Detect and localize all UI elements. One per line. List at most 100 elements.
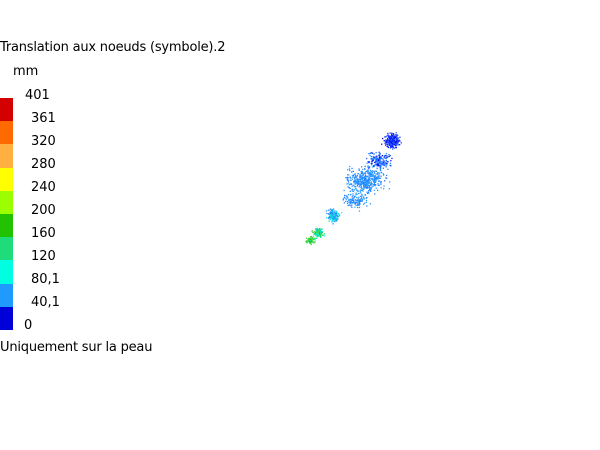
mesh-node <box>363 197 365 199</box>
mesh-node <box>389 164 391 166</box>
mesh-node <box>390 160 392 162</box>
mesh-node <box>368 161 370 164</box>
mesh-node <box>337 212 339 215</box>
mesh-node <box>358 192 360 195</box>
mesh-node <box>362 168 364 171</box>
mesh-node <box>350 205 352 207</box>
color-legend-bar[interactable] <box>0 98 13 331</box>
mesh-node <box>384 154 387 157</box>
mesh-node <box>332 218 334 221</box>
mesh-node <box>384 144 387 146</box>
mesh-node <box>389 147 392 149</box>
mesh-node <box>319 229 321 231</box>
mesh-node <box>378 174 380 176</box>
legend-tick-label: 0 <box>24 318 33 333</box>
mesh-node <box>343 202 345 204</box>
mesh-node <box>369 169 371 171</box>
mesh-node <box>369 154 371 157</box>
mesh-node <box>352 188 354 190</box>
mesh-node <box>320 228 322 231</box>
mesh-node <box>366 172 369 174</box>
mesh-node <box>351 167 353 170</box>
mesh-node <box>370 181 373 183</box>
mesh-node <box>359 178 361 180</box>
mesh-node <box>381 143 383 145</box>
legend-swatch <box>0 214 13 238</box>
mesh-node <box>349 169 351 172</box>
mesh-node <box>361 200 364 202</box>
mesh-node <box>383 185 385 187</box>
mesh-node <box>367 181 369 183</box>
mesh-node <box>368 153 370 155</box>
mesh-node <box>386 174 388 177</box>
mesh-node <box>352 176 354 178</box>
mesh-node <box>313 238 315 240</box>
mesh-node <box>386 135 388 137</box>
mesh-node <box>351 196 353 198</box>
mesh-node <box>332 213 334 216</box>
mesh-node <box>364 172 367 174</box>
mesh-node <box>346 183 348 185</box>
result-viewport[interactable]: Translation aux noeuds (symbole).2 mm 40… <box>0 0 600 450</box>
mesh-node <box>390 145 392 148</box>
legend-swatch <box>0 260 13 285</box>
mesh-node <box>371 162 373 165</box>
mesh-node <box>347 169 349 171</box>
mesh-node <box>312 242 315 244</box>
mesh-node <box>352 194 354 197</box>
mesh-node <box>328 213 330 215</box>
mesh-node <box>356 178 358 180</box>
mesh-node <box>335 212 337 215</box>
mesh-node <box>349 203 351 205</box>
mesh-node <box>373 158 375 160</box>
mesh-node <box>394 141 396 143</box>
mesh-node <box>396 140 398 142</box>
mesh-node <box>375 160 377 162</box>
mesh-node <box>380 156 382 158</box>
mesh-node <box>331 210 333 212</box>
legend-tick-label: 280 <box>31 157 56 172</box>
mesh-node <box>387 138 389 140</box>
mesh-node <box>347 186 349 188</box>
mesh-node <box>361 166 363 168</box>
mesh-node <box>370 188 373 190</box>
mesh-node <box>389 140 391 142</box>
mesh-node <box>394 138 396 141</box>
mesh-node <box>356 175 359 177</box>
mesh-node <box>378 184 381 186</box>
mesh-node <box>355 188 357 190</box>
mesh-node <box>323 235 325 237</box>
legend-tick-label: 361 <box>31 111 56 126</box>
mesh-node <box>318 230 320 233</box>
mesh-node <box>364 176 367 178</box>
mesh-node <box>346 202 349 204</box>
mesh-node <box>381 164 383 166</box>
mesh-node <box>347 194 350 196</box>
mesh-node <box>363 198 365 200</box>
mesh-node <box>317 234 319 237</box>
mesh-node <box>361 189 364 191</box>
mesh-node <box>389 132 391 134</box>
mesh-node <box>348 198 350 201</box>
mesh-node <box>347 197 349 199</box>
mesh-node <box>369 166 371 168</box>
mesh-node <box>318 233 320 235</box>
mesh-node <box>373 172 376 174</box>
mesh-node <box>375 155 378 157</box>
mesh-node <box>350 179 352 181</box>
mesh-node <box>379 157 381 159</box>
mesh-node <box>371 171 373 174</box>
mesh-node <box>375 180 377 182</box>
mesh-node <box>361 178 363 180</box>
mesh-node <box>371 152 373 154</box>
mesh-node <box>325 210 328 212</box>
mesh-node <box>347 179 349 181</box>
mesh-node <box>356 185 358 187</box>
mesh-node <box>337 218 339 220</box>
mesh-node <box>358 169 360 171</box>
mesh-node <box>359 173 361 176</box>
deformation-point-cloud[interactable] <box>0 0 600 450</box>
mesh-node <box>330 212 332 214</box>
mesh-node <box>386 155 388 157</box>
mesh-node <box>398 139 400 141</box>
